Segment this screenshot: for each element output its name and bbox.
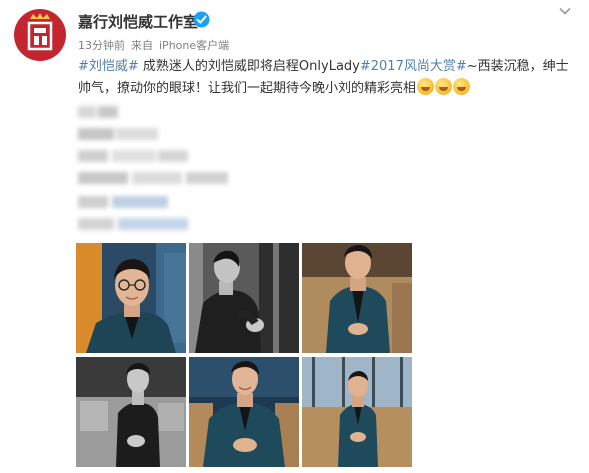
blurred-text: [78, 172, 228, 184]
hashtag-link[interactable]: #刘恺威#: [78, 59, 139, 74]
blurred-text: [78, 106, 118, 118]
photo-thumbnail[interactable]: [189, 357, 299, 467]
photo-thumbnail[interactable]: [76, 357, 186, 467]
author-name[interactable]: 嘉行刘恺威工作室: [78, 11, 198, 32]
post-source[interactable]: iPhone客户端: [159, 39, 229, 52]
post-meta: 13分钟前 来自 iPhone客户端: [78, 37, 235, 53]
post-text-part: 成熟迷人的刘恺威即将启程OnlyLady: [138, 59, 360, 74]
blurred-text: [78, 128, 158, 140]
laugh-cry-emoji-icon: [453, 78, 471, 95]
post-time[interactable]: 13分钟前: [78, 39, 125, 52]
laugh-cry-emoji-icon: [417, 78, 435, 95]
verified-icon: [193, 11, 210, 28]
chevron-down-icon[interactable]: [558, 6, 572, 16]
blurred-text: [78, 150, 188, 162]
hashtag-link[interactable]: #2017风尚大赏#: [360, 59, 467, 74]
source-prefix: 来自: [131, 39, 153, 52]
post-text: #刘恺威# 成熟迷人的刘恺威即将启程OnlyLady#2017风尚大赏#~西装沉…: [78, 56, 578, 100]
laugh-cry-emoji-icon: [435, 78, 453, 95]
photo-thumbnail[interactable]: [302, 243, 412, 353]
blurred-text: [78, 218, 188, 230]
blurred-text: [78, 196, 168, 208]
avatar[interactable]: [14, 9, 66, 61]
avatar-logo-icon: [27, 13, 53, 51]
photo-thumbnail[interactable]: [189, 243, 299, 353]
photo-thumbnail[interactable]: [302, 357, 412, 467]
photo-thumbnail[interactable]: [76, 243, 186, 353]
